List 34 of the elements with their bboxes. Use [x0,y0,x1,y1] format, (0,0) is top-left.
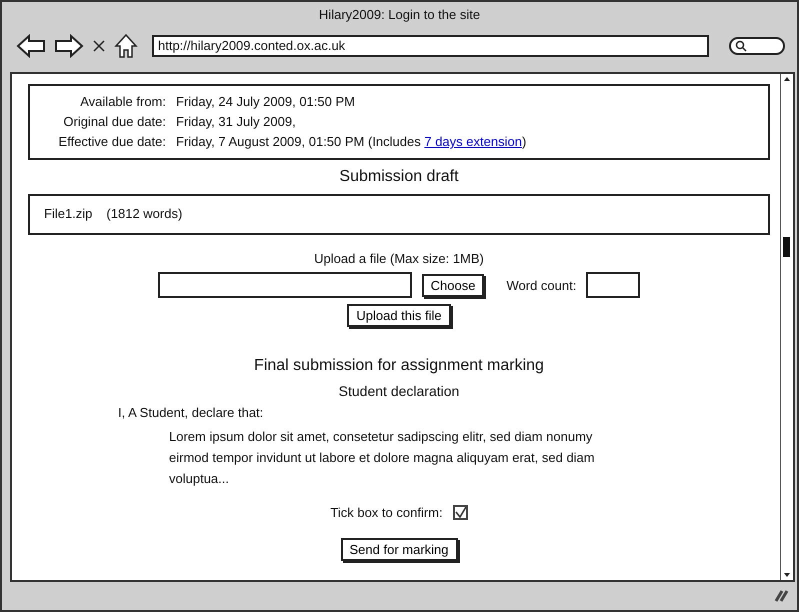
section-heading: Submission draft [339,168,459,186]
declaration-intro: I, A Student, declare that: [118,405,264,420]
upload-button[interactable]: Upload this file [347,304,451,327]
confirm-label: Tick box to confirm: [330,505,443,520]
file-name: File1.zip [44,206,92,221]
date-value: Friday, 24 July 2009, 01:50 PM [176,93,355,111]
address-field[interactable]: http://hilary2009.conted.ox.ac.uk [152,35,709,57]
forward-arrow-icon[interactable] [54,34,84,58]
date-label: Original due date: [62,113,166,131]
scrollbar[interactable] [780,74,793,580]
upload-label: Upload a file (Max size: 1MB) [314,251,484,266]
section-heading: Final submission for assignment marking [254,357,544,375]
date-label: Available from: [79,93,166,111]
date-value: Friday, 7 August 2009, 01:50 PM (Includes 7 days extension) [176,133,526,151]
declaration-text: Lorem ipsum dolor sit amet, consetetur sadipscing elitr, sed diam nonumy eirmod tempor invidunt ut labore et dolore magna aliquyam erat, sed diam voluptua... [169,428,596,488]
word-count-label: Word count: [506,278,576,292]
close-icon[interactable] [92,39,106,53]
date-label: Effective due date: [58,133,166,151]
file-path-field[interactable] [158,272,412,298]
extension-link[interactable]: 7 days extension [424,134,522,149]
resize-grip-icon[interactable] [773,589,789,603]
back-arrow-icon[interactable] [16,34,46,58]
scroll-thumb[interactable] [783,237,790,257]
date-value: Friday, 31 July 2009, [176,113,296,131]
home-icon[interactable] [114,33,138,59]
search-field[interactable] [729,37,785,55]
window-title: Hilary2009: Login to the site [318,6,482,24]
word-total: (1812 words) [106,206,182,221]
choose-button[interactable]: Choose [422,274,484,296]
send-button[interactable]: Send for marking [340,538,458,561]
word-count-field[interactable] [586,272,640,298]
subheading: Student declaration [338,383,460,399]
search-icon [735,40,747,52]
confirm-checkbox[interactable] [452,505,468,520]
